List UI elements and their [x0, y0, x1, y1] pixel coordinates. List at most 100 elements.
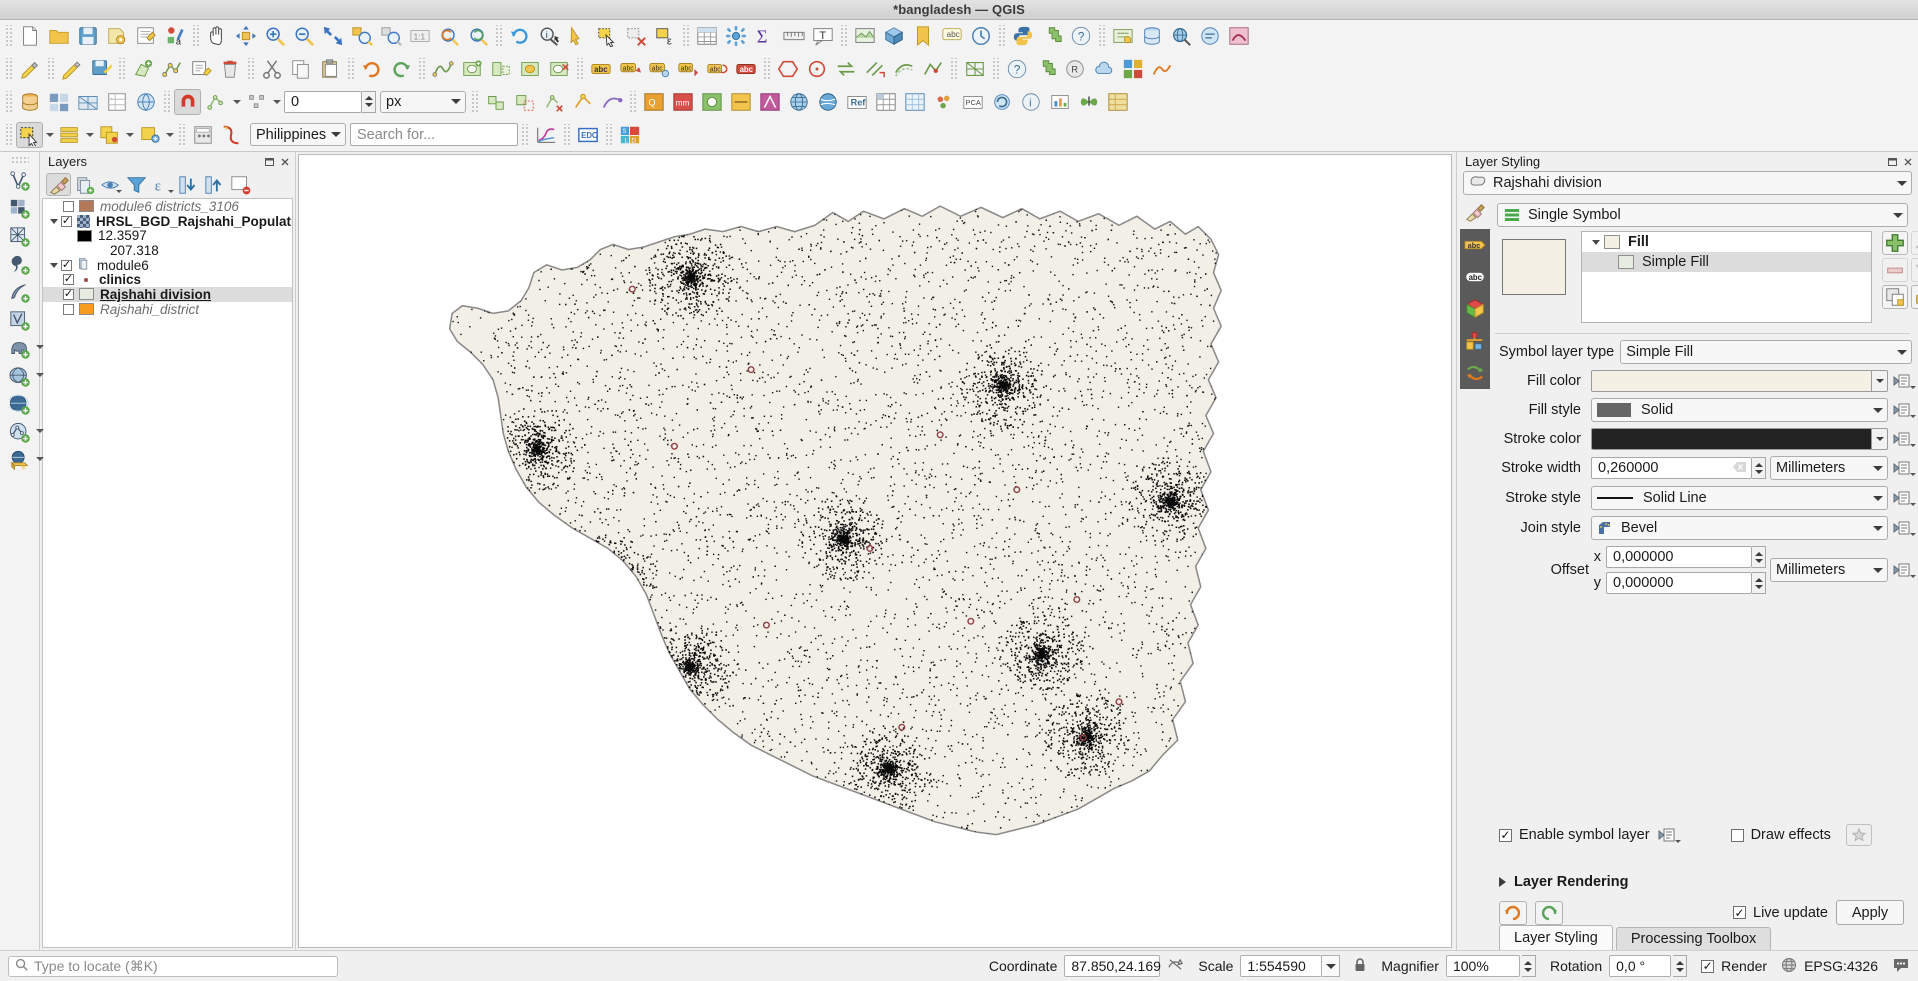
identify-features-button[interactable]: i: [535, 23, 562, 49]
sld-button[interactable]: SDL: [616, 122, 643, 148]
symbology-tab[interactable]: [1462, 201, 1488, 225]
profile-tool-button[interactable]: [532, 122, 559, 148]
simplify-feature-button[interactable]: [429, 56, 456, 82]
curve-tool-button[interactable]: [218, 122, 245, 148]
layer-hrsl-bgd-rajshahi-population[interactable]: HRSL_BGD_Rajshahi_Population: [43, 214, 292, 229]
chevron-down-icon[interactable]: [124, 122, 135, 148]
close-icon[interactable]: [279, 156, 291, 168]
layer-visibility-checkbox[interactable]: [61, 215, 72, 227]
scale-combo[interactable]: 1:554590: [1240, 955, 1323, 977]
render-group[interactable]: Render: [1701, 958, 1767, 974]
coordinate-input[interactable]: 87.850,24.169: [1064, 955, 1161, 977]
save-layer-edits-button[interactable]: [87, 56, 114, 82]
help-button[interactable]: ?: [1067, 23, 1094, 49]
plugins-button[interactable]: [1038, 23, 1065, 49]
stroke-color-data-defined-button[interactable]: [1892, 429, 1916, 449]
manage-map-themes-button[interactable]: [98, 173, 123, 196]
offset-x-input[interactable]: 0,000000: [1606, 546, 1752, 568]
live-update-row[interactable]: Live update: [1733, 905, 1828, 921]
layer-visibility-checkbox[interactable]: [63, 200, 74, 212]
select-features-by-area-button[interactable]: [16, 121, 43, 148]
semi-automatic-classification-button[interactable]: [1119, 56, 1146, 82]
new-temporary-scratch-layer-button[interactable]: [4, 252, 36, 278]
open-data-source-manager-button[interactable]: [16, 89, 43, 115]
snapping-mode-button[interactable]: [203, 89, 230, 115]
raster-calculator-button[interactable]: [189, 122, 216, 148]
add-part-button[interactable]: [487, 56, 514, 82]
delete-selected-button[interactable]: [216, 56, 243, 82]
layer-clinics[interactable]: clinics: [43, 272, 292, 287]
deselect-button[interactable]: [622, 23, 649, 49]
shape-circle-button[interactable]: [803, 56, 830, 82]
layer-rajshahi-district[interactable]: Rajshahi_district: [43, 302, 292, 317]
clear-icon[interactable]: [1733, 461, 1747, 475]
enable-symbol-layer-checkbox[interactable]: [1499, 828, 1512, 842]
select-by-expression-button[interactable]: ε: [651, 23, 678, 49]
fill-color-data-defined-button[interactable]: [1892, 371, 1916, 391]
undo-style-button[interactable]: [1499, 900, 1527, 925]
redo-button[interactable]: [387, 56, 414, 82]
add-wms-layer-button[interactable]: [4, 392, 36, 418]
magnifier-stepper[interactable]: [1521, 955, 1536, 977]
legend-entry-max[interactable]: 207.318: [43, 243, 292, 258]
layer-rajshahi-division[interactable]: Rajshahi division: [43, 287, 292, 302]
save-project-button[interactable]: [74, 23, 101, 49]
offset-y-stepper[interactable]: [1752, 572, 1766, 594]
toolbar-grip[interactable]: [417, 57, 426, 80]
filter-legend-expression-button[interactable]: ε: [150, 173, 175, 196]
messages-group[interactable]: [1892, 957, 1910, 976]
symbol-layer-tree[interactable]: Fill Simple Fill: [1581, 231, 1872, 323]
move-label-button[interactable]: abc: [674, 56, 701, 82]
duplicate-symbol-layer-button[interactable]: [1882, 285, 1908, 309]
current-edits-button[interactable]: [16, 56, 43, 82]
select-by-form-button[interactable]: [56, 122, 83, 148]
plugin-manager-button[interactable]: [1032, 56, 1059, 82]
add-raster-button[interactable]: [45, 89, 72, 115]
toolbar-grip[interactable]: [997, 25, 1006, 47]
toggle-extents-icon[interactable]: [1167, 957, 1184, 975]
georeferencer-button[interactable]: [1109, 23, 1136, 49]
plugin-pca-button[interactable]: PCA: [959, 89, 986, 115]
labels-tab[interactable]: abc: [1462, 233, 1488, 257]
toggle-editing-button[interactable]: [58, 56, 85, 82]
cut-features-button[interactable]: [258, 56, 285, 82]
zoom-to-layer-button[interactable]: [377, 23, 404, 49]
symbol-layer-type-select[interactable]: Simple Fill: [1620, 340, 1912, 364]
live-update-checkbox[interactable]: [1733, 906, 1747, 919]
snapping-toggle-button[interactable]: [174, 88, 201, 115]
reverse-line-button[interactable]: [832, 56, 859, 82]
enable-symbol-layer-data-defined-button[interactable]: [1657, 825, 1681, 845]
layer-visibility-checkbox[interactable]: [63, 288, 74, 300]
show-spatial-bookmarks-button[interactable]: [909, 23, 936, 49]
vertex-tool-button[interactable]: [158, 56, 185, 82]
plugin-butterfly-button[interactable]: [1075, 89, 1102, 115]
stroke-style-select[interactable]: Solid Line: [1591, 486, 1888, 510]
select-by-location-button[interactable]: [96, 122, 123, 148]
open-project-button[interactable]: [45, 23, 72, 49]
snapping-tolerance-stepper[interactable]: [362, 90, 376, 113]
avoid-overlap-button[interactable]: [511, 89, 538, 115]
add-delimited-text-button[interactable]: ,: [103, 89, 130, 115]
snapping-tolerance-input[interactable]: 0: [284, 90, 362, 113]
zoom-next-button[interactable]: [464, 23, 491, 49]
draw-effects-checkbox[interactable]: [1730, 828, 1744, 842]
plugin-ref-button[interactable]: Ref: [843, 89, 870, 115]
new-shapefile-layer-button[interactable]: [4, 168, 36, 194]
close-icon[interactable]: [1902, 156, 1914, 168]
pan-to-selection-button[interactable]: [232, 23, 259, 49]
toolbar-grip[interactable]: [604, 123, 613, 146]
undo-button[interactable]: [358, 56, 385, 82]
trace-button[interactable]: [598, 89, 625, 115]
select-by-value-button[interactable]: [136, 122, 163, 148]
expand-icon[interactable]: [47, 219, 61, 224]
remove-layer-button[interactable]: [228, 173, 253, 196]
rotation-input[interactable]: 0,0 °: [1609, 955, 1672, 977]
layer-group-module6[interactable]: module6: [43, 258, 292, 273]
symbol-root-fill[interactable]: Fill: [1582, 232, 1871, 252]
show-hide-labels-button[interactable]: abc: [645, 56, 672, 82]
offset-x-stepper[interactable]: [1752, 546, 1766, 568]
chevron-down-icon[interactable]: [44, 122, 55, 148]
crayfish-button[interactable]: [1225, 23, 1252, 49]
reshape-button[interactable]: [919, 56, 946, 82]
toolbar-grip[interactable]: [762, 57, 771, 80]
